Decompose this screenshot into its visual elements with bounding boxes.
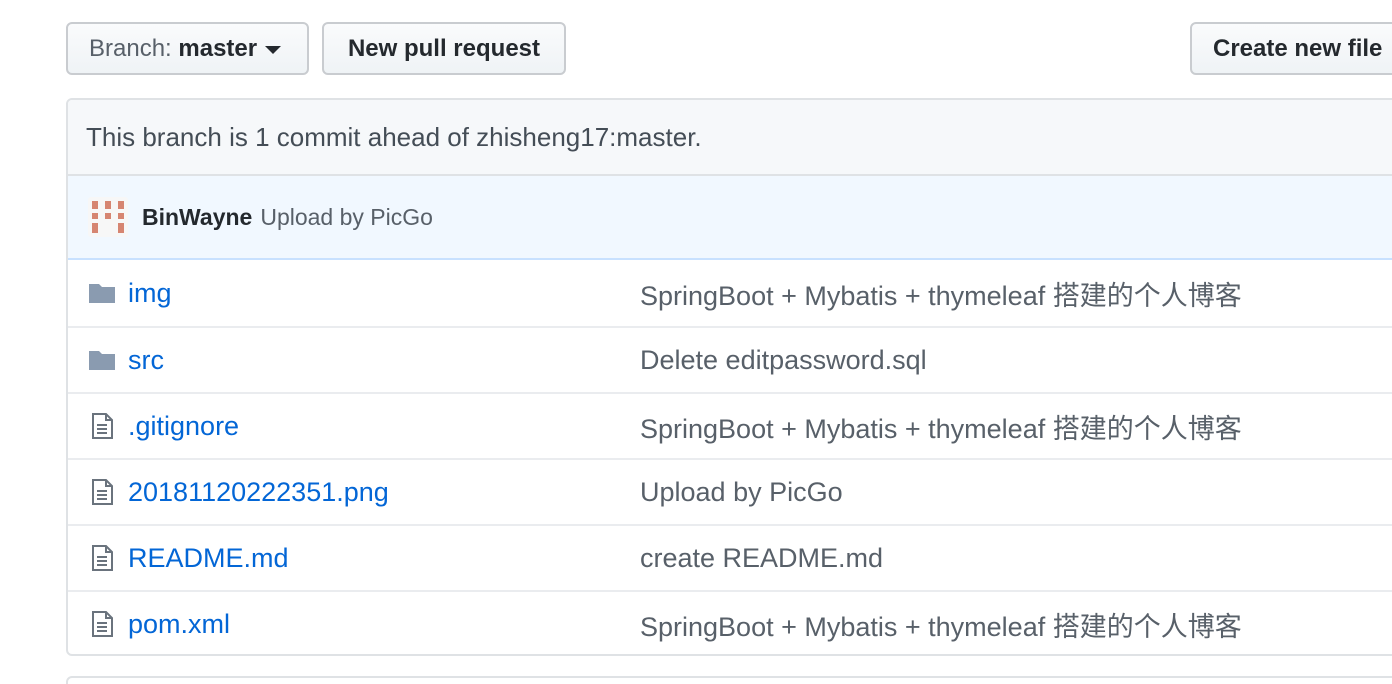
file-name-link[interactable]: src [128, 345, 164, 376]
file-commit-message-link[interactable]: SpringBoot + Mybatis + thymeleaf 搭建的个人博客 [640, 274, 1242, 313]
latest-commit-bar: BinWayne Upload by PicGo [68, 176, 1392, 260]
file-icon [88, 544, 116, 572]
file-row: .gitignore SpringBoot + Mybatis + thymele… [68, 392, 1392, 458]
branch-prefix: Branch: [89, 34, 172, 62]
file-row: src Delete editpassword.sql [68, 326, 1392, 392]
file-commit-message-link[interactable]: SpringBoot + Mybatis + thymeleaf 搭建的个人博客 [640, 605, 1242, 644]
file-icon [88, 478, 116, 506]
create-new-file-button[interactable]: Create new file [1190, 22, 1392, 75]
file-commit-message-link[interactable]: Upload by PicGo [640, 477, 843, 508]
file-name-link[interactable]: .gitignore [128, 411, 239, 442]
file-name-link[interactable]: README.md [128, 543, 289, 574]
file-name-link[interactable]: pom.xml [128, 609, 230, 640]
branch-info-text: This branch is 1 commit ahead of zhishen… [86, 121, 702, 152]
file-list: img SpringBoot + Mybatis + thymeleaf 搭建的个… [68, 260, 1392, 654]
file-row: 20181120222351.png Upload by PicGo [68, 458, 1392, 524]
file-icon [88, 412, 116, 440]
folder-icon [88, 279, 116, 307]
new-pull-request-button[interactable]: New pull request [322, 22, 566, 75]
file-row: pom.xml SpringBoot + Mybatis + thymeleaf … [68, 590, 1392, 654]
folder-icon [88, 346, 116, 374]
repo-page: Branch: master New pull request Create n… [0, 0, 1392, 684]
file-navigator: This branch is 1 commit ahead of zhishen… [66, 98, 1392, 656]
commit-author-link[interactable]: BinWayne [142, 204, 252, 231]
file-commit-message-link[interactable]: Delete editpassword.sql [640, 345, 927, 376]
caret-down-icon [265, 46, 282, 54]
readme-box [66, 676, 1392, 684]
commit-message-link[interactable]: Upload by PicGo [260, 204, 433, 231]
branch-info-bar: This branch is 1 commit ahead of zhishen… [68, 100, 1392, 176]
avatar[interactable] [88, 197, 128, 237]
file-commit-message-link[interactable]: create README.md [640, 543, 883, 574]
file-commit-message-link[interactable]: SpringBoot + Mybatis + thymeleaf 搭建的个人博客 [640, 407, 1242, 446]
file-row: README.md create README.md [68, 524, 1392, 590]
file-icon [88, 610, 116, 638]
file-name-link[interactable]: 20181120222351.png [128, 477, 389, 508]
branch-select-button[interactable]: Branch: master [66, 22, 309, 75]
branch-name: master [178, 34, 258, 62]
file-row: img SpringBoot + Mybatis + thymeleaf 搭建的个… [68, 260, 1392, 326]
file-name-link[interactable]: img [128, 278, 172, 309]
